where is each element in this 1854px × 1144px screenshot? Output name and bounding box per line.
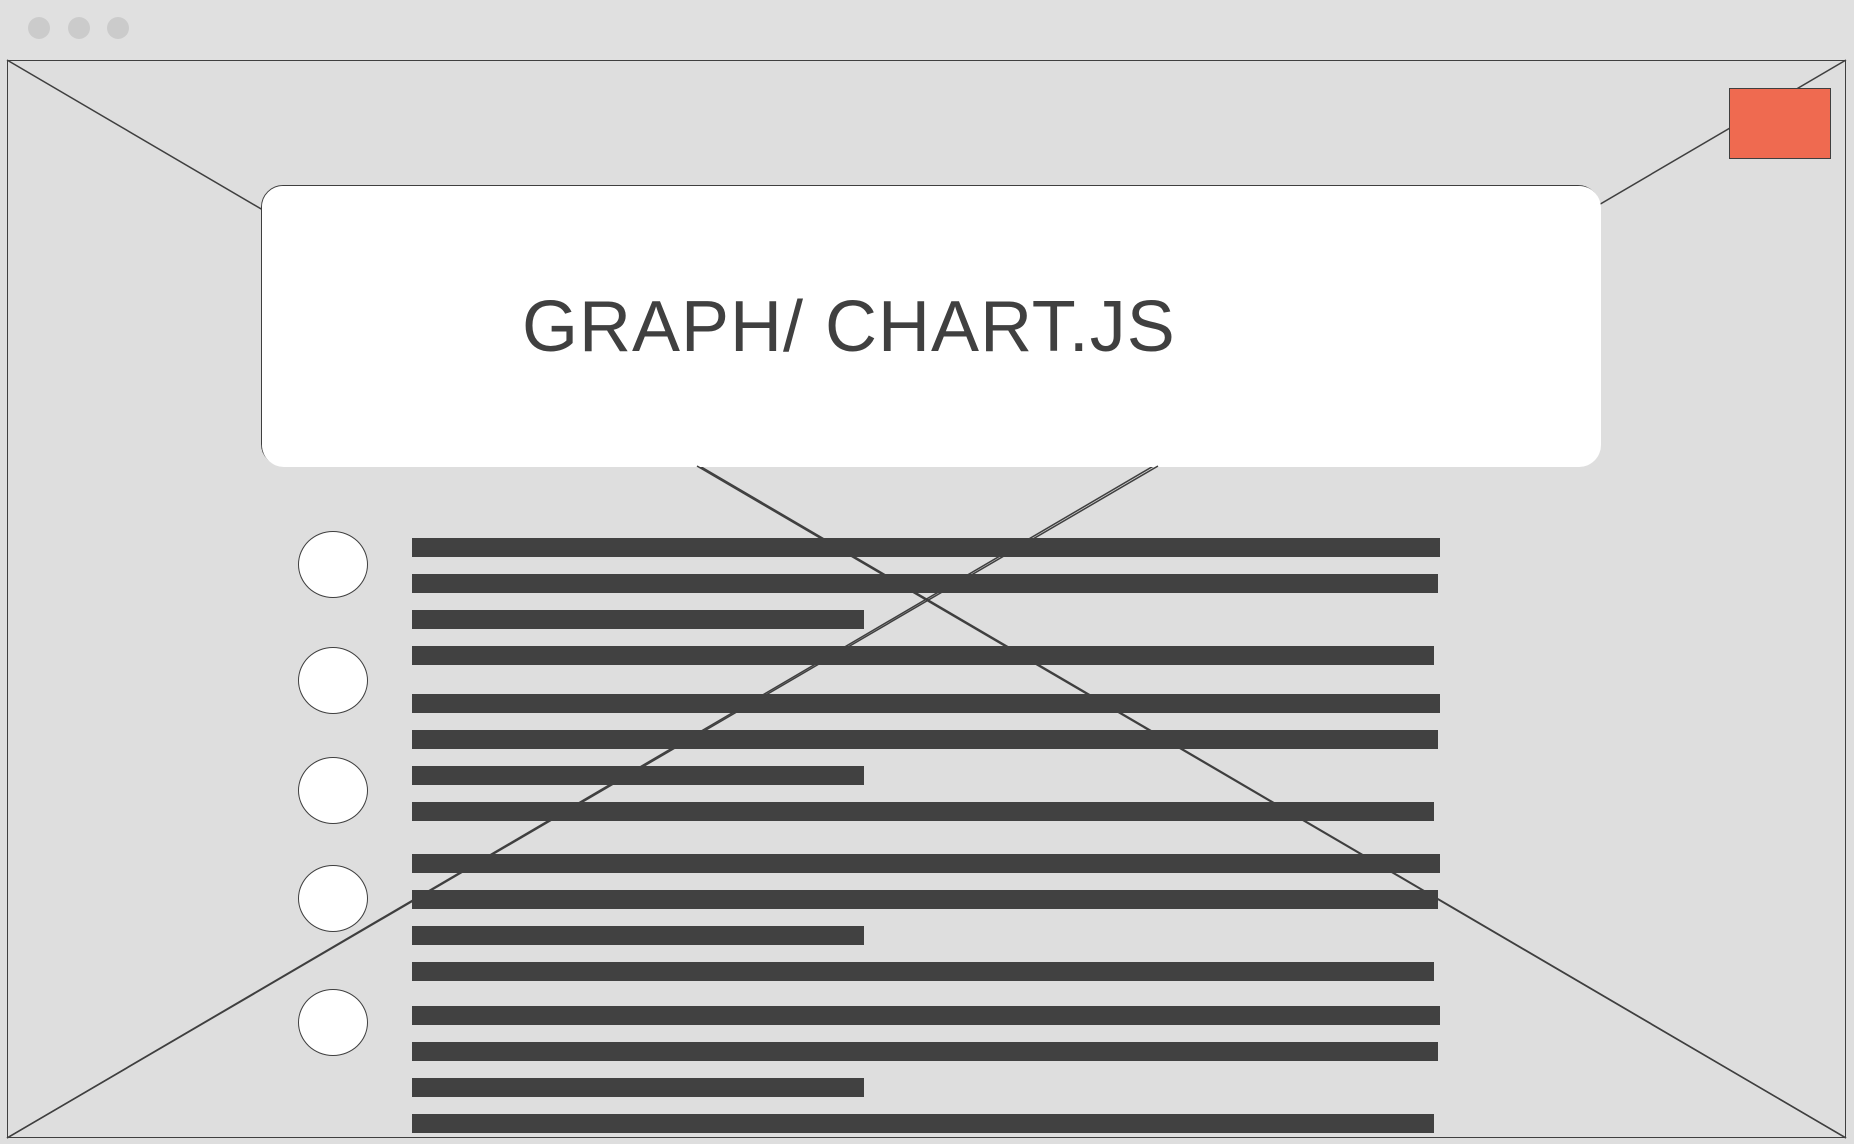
avatar bbox=[298, 989, 368, 1056]
text-line bbox=[412, 538, 1440, 557]
browser-window: GRAPH/ CHART.JS bbox=[0, 0, 1854, 1144]
text-line bbox=[412, 1042, 1438, 1061]
text-line bbox=[412, 646, 1434, 665]
text-line bbox=[412, 766, 864, 785]
text-line bbox=[412, 574, 1438, 593]
text-line bbox=[412, 694, 1440, 713]
window-control-dot[interactable] bbox=[28, 17, 50, 39]
window-control-dot[interactable] bbox=[107, 17, 129, 39]
text-line bbox=[412, 890, 1438, 909]
graph-chart-placeholder: GRAPH/ CHART.JS bbox=[261, 185, 1601, 467]
avatar bbox=[298, 647, 368, 714]
avatar bbox=[298, 531, 368, 598]
text-line bbox=[412, 1078, 864, 1097]
window-control-dot[interactable] bbox=[68, 17, 90, 39]
text-line bbox=[412, 730, 1438, 749]
text-line bbox=[412, 1006, 1440, 1025]
avatar bbox=[298, 757, 368, 824]
text-line bbox=[412, 802, 1434, 821]
avatar bbox=[298, 865, 368, 932]
text-line bbox=[412, 962, 1434, 981]
text-line bbox=[412, 926, 864, 945]
close-button[interactable] bbox=[1729, 88, 1831, 159]
title-bar bbox=[0, 0, 1854, 60]
text-line bbox=[412, 1114, 1434, 1133]
text-line bbox=[412, 610, 864, 629]
text-line bbox=[412, 854, 1440, 873]
graph-title: GRAPH/ CHART.JS bbox=[522, 287, 1176, 367]
